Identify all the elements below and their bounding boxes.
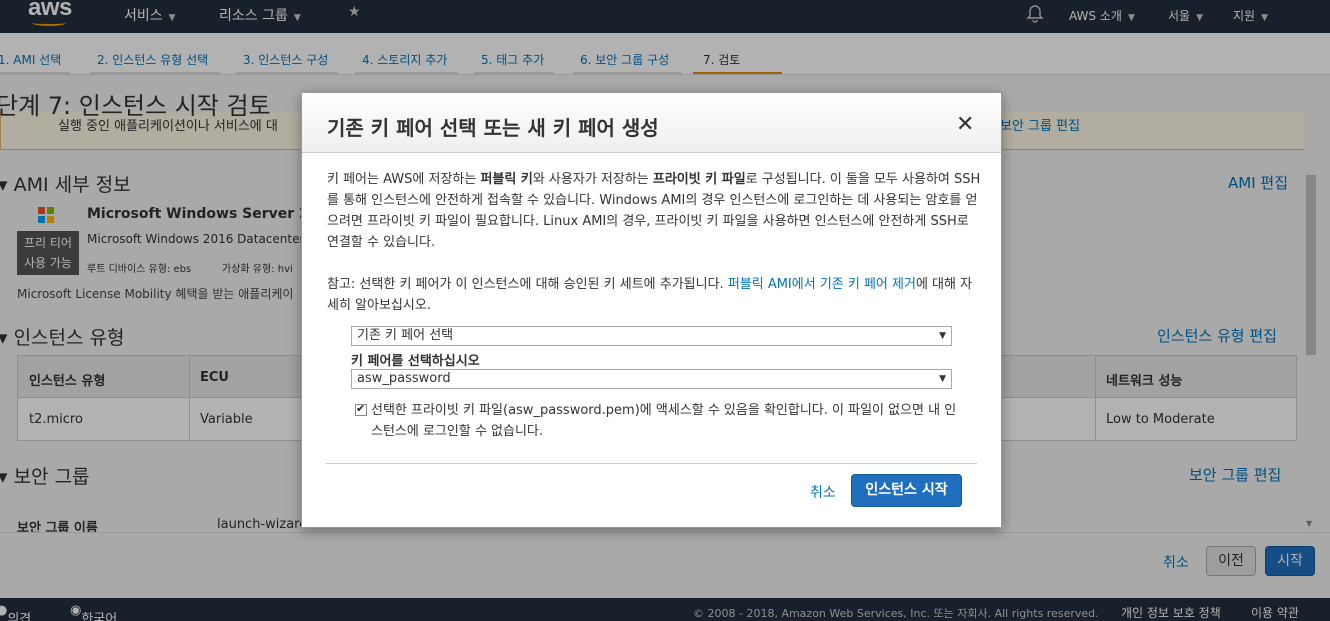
dialog-title: 기존 키 페어 선택 또는 새 키 페어 생성 xyxy=(327,116,659,140)
dropdown-arrow-icon: ▼ xyxy=(939,331,946,341)
key-pair-select-label: 키 페어를 선택하십시오 xyxy=(351,354,480,369)
close-icon[interactable]: ✕ xyxy=(956,112,974,137)
dropdown-arrow-icon: ▼ xyxy=(939,374,946,384)
dialog-cancel-button[interactable]: 취소 xyxy=(810,482,836,502)
acknowledge-text: 선택한 프라이빗 키 파일(asw_password.pem)에 액세스할 수 … xyxy=(371,403,957,439)
key-pair-description: 키 페어는 AWS에 저장하는 퍼블릭 키와 사용자가 저장하는 프라이빗 키 … xyxy=(327,172,981,250)
key-pair-mode-select[interactable]: 기존 키 페어 선택 ▼ xyxy=(351,326,952,346)
remove-key-pair-link[interactable]: 퍼블릭 AMI에서 기존 키 페어 제거 xyxy=(728,277,916,292)
launch-instances-button[interactable]: 인스턴스 시작 xyxy=(851,474,962,507)
key-pair-dialog: 기존 키 페어 선택 또는 새 키 페어 생성 ✕ 키 페어는 AWS에 저장하… xyxy=(301,92,1002,528)
key-pair-select[interactable]: asw_password ▼ xyxy=(351,369,952,389)
acknowledge-checkbox[interactable] xyxy=(355,402,367,416)
dialog-divider xyxy=(326,463,977,464)
key-pair-note: 참고: 선택한 키 페어가 이 인스턴스에 대해 승인된 키 세트에 추가됩니다… xyxy=(327,277,973,313)
